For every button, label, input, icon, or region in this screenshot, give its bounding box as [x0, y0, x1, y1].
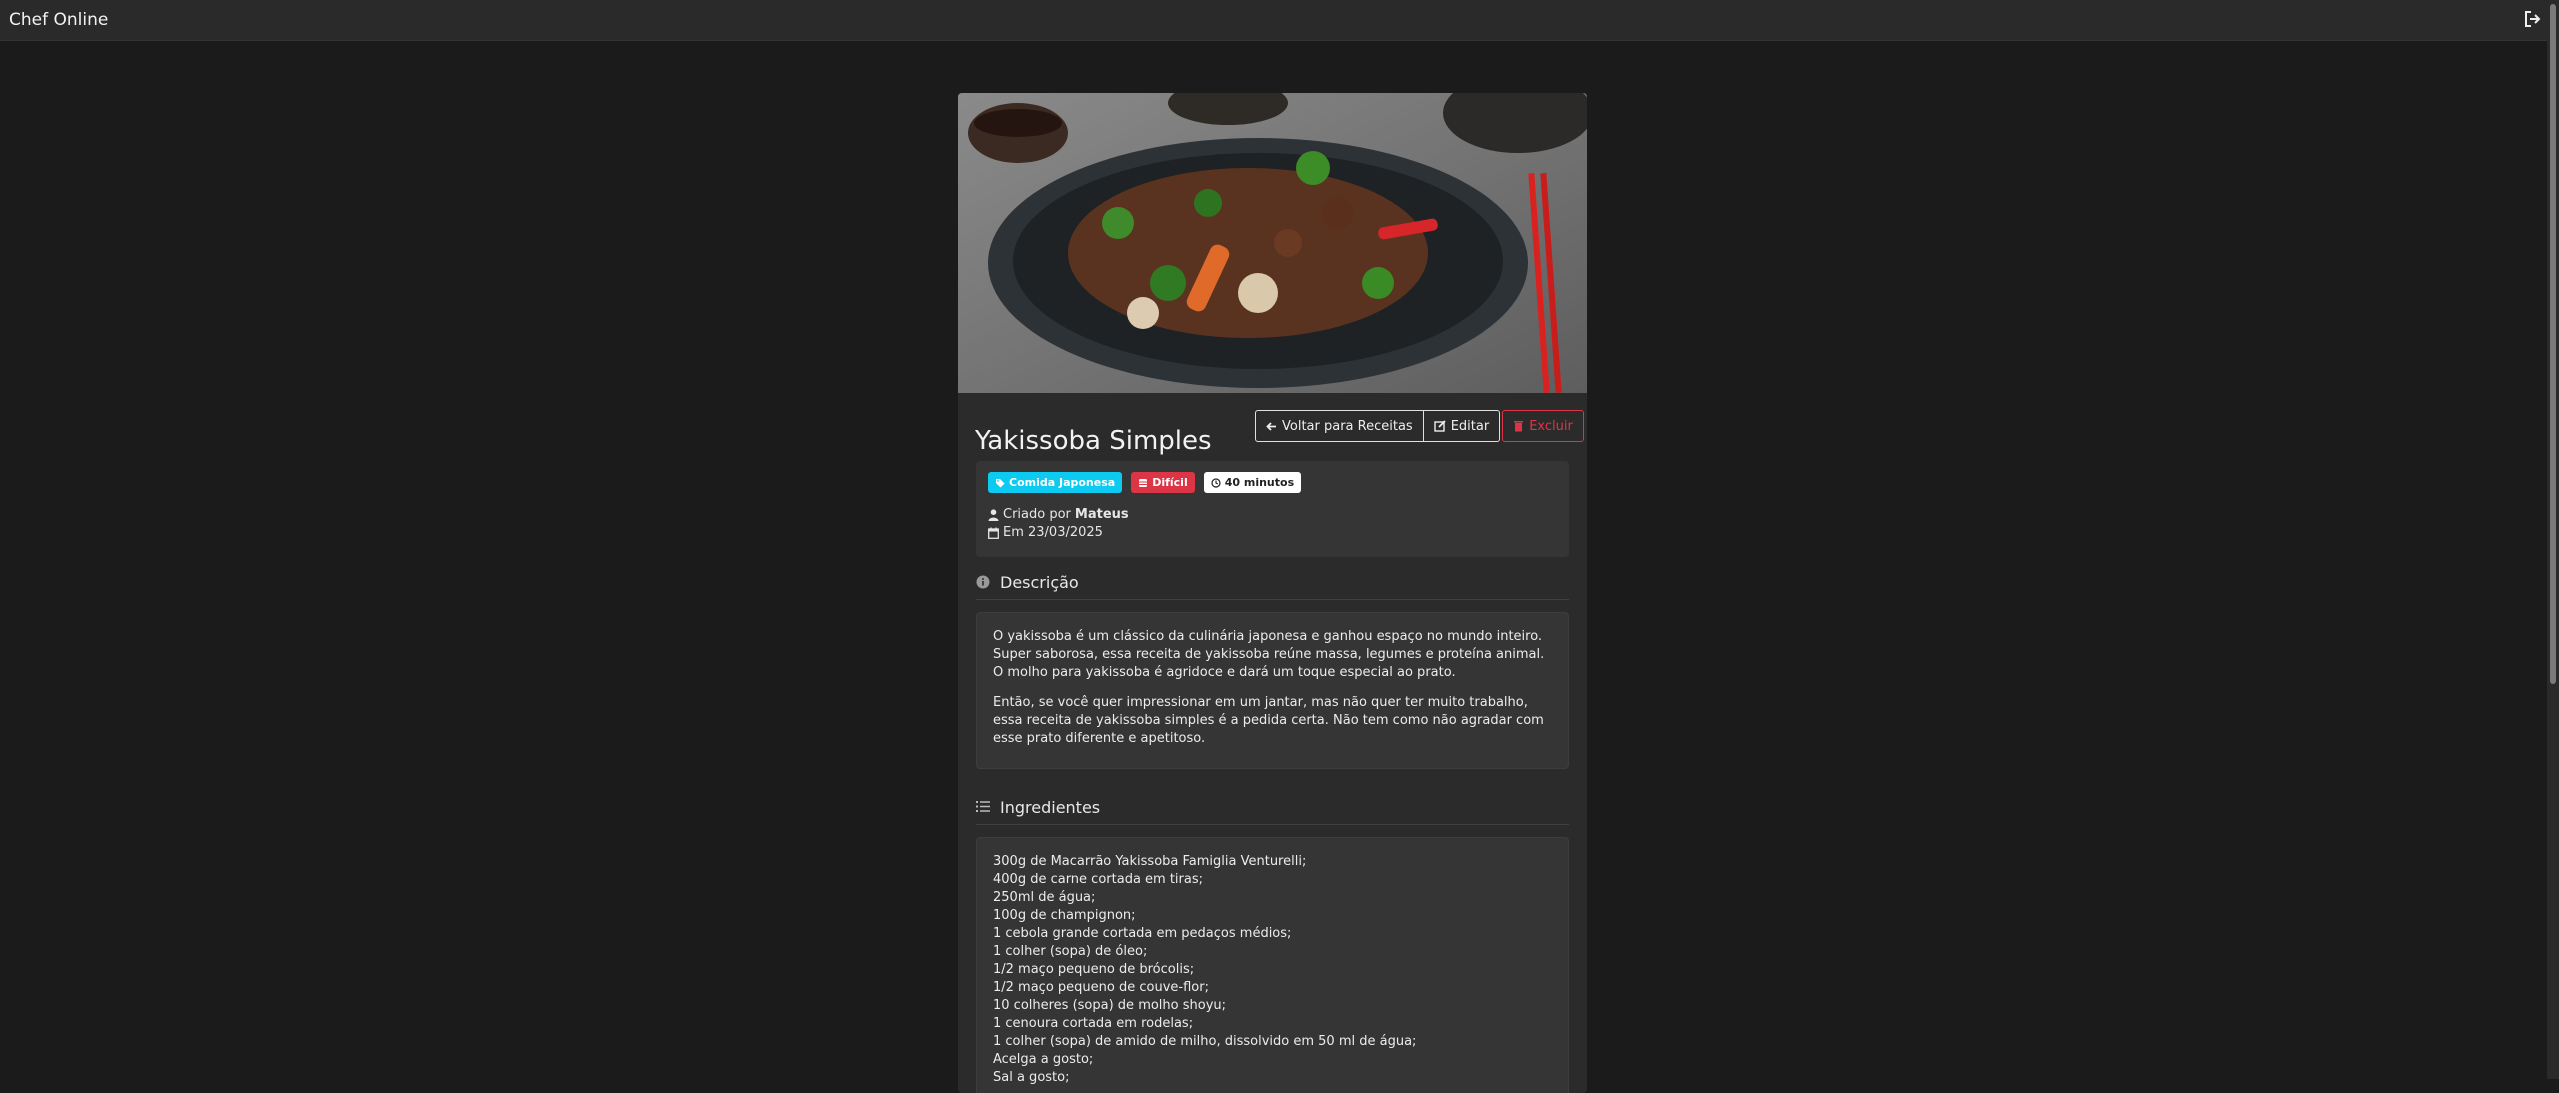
- top-navbar: Chef Online: [0, 0, 2559, 41]
- difficulty-label: Difícil: [1152, 476, 1188, 489]
- tag-icon: [995, 478, 1005, 488]
- scrollbar-thumb[interactable]: [2550, 4, 2556, 684]
- edit-icon: [1434, 420, 1446, 432]
- user-icon: [988, 508, 999, 521]
- delete-button-label: Excluir: [1529, 418, 1573, 434]
- ingredient-item: 250ml de água;: [993, 890, 1096, 905]
- time-label: 40 minutos: [1224, 476, 1295, 489]
- back-button-label: Voltar para Receitas: [1282, 418, 1413, 434]
- layers-icon: [1138, 478, 1148, 488]
- created-date: Em 23/03/2025: [1003, 525, 1103, 540]
- recipe-title: Yakissoba Simples: [975, 426, 1212, 457]
- category-label: Comida Japonesa: [1009, 476, 1116, 489]
- brand-logo[interactable]: Chef Online: [9, 10, 108, 30]
- ingredient-item: 1 colher (sopa) de amido de milho, disso…: [993, 1034, 1417, 1049]
- delete-button[interactable]: Excluir: [1502, 410, 1584, 442]
- sign-out-icon[interactable]: [2524, 10, 2542, 28]
- difficulty-badge: Difícil: [1131, 472, 1195, 493]
- ingredients-heading: Ingredientes: [976, 798, 1569, 825]
- recipe-photo: [958, 93, 1587, 393]
- recipe-meta: Comida Japonesa Difícil 40 minutos Criad…: [976, 461, 1569, 557]
- time-badge: 40 minutos: [1203, 472, 1302, 493]
- back-to-recipes-button[interactable]: Voltar para Receitas: [1255, 410, 1424, 442]
- calendar-icon: [988, 527, 999, 539]
- badge-row: Comida Japonesa Difícil 40 minutos: [988, 472, 1302, 493]
- ingredient-item: 1 cebola grande cortada em pedaços médio…: [993, 926, 1292, 941]
- ingredient-item: 1/2 maço pequeno de couve-flor;: [993, 980, 1209, 995]
- ingredient-item: Sal a gosto;: [993, 1070, 1070, 1085]
- ingredient-item: 10 colheres (sopa) de molho shoyu;: [993, 998, 1227, 1013]
- recipe-actions: Voltar para Receitas Editar Excluir: [1255, 410, 1584, 442]
- date-line: Em 23/03/2025: [988, 525, 1103, 540]
- description-box: O yakissoba é um clássico da culinária j…: [976, 612, 1569, 769]
- edit-button-label: Editar: [1450, 418, 1490, 434]
- ingredient-item: 400g de carne cortada em tiras;: [993, 872, 1204, 887]
- created-by-label: Criado por: [1003, 507, 1071, 522]
- description-heading: Descrição: [976, 573, 1569, 600]
- author-name: Mateus: [1074, 507, 1129, 522]
- ingredients-heading-label: Ingredientes: [1000, 798, 1101, 817]
- trash-icon: [1513, 420, 1524, 432]
- ingredient-item: 1 cenoura cortada em rodelas;: [993, 1016, 1194, 1031]
- info-circle-icon: [976, 575, 990, 589]
- clock-icon: [1211, 477, 1221, 488]
- recipe-card: Yakissoba Simples Voltar para Receitas E…: [958, 93, 1587, 1093]
- description-paragraph: Então, se você quer impressionar em um j…: [993, 695, 1544, 746]
- ingredients-box: 300g de Macarrão Yakissoba Famiglia Vent…: [976, 837, 1569, 1093]
- ingredient-item: Acelga a gosto;: [993, 1052, 1094, 1067]
- ingredient-item: 1 colher (sopa) de óleo;: [993, 944, 1148, 959]
- category-badge: Comida Japonesa: [988, 472, 1123, 493]
- ingredient-item: 300g de Macarrão Yakissoba Famiglia Vent…: [993, 854, 1307, 869]
- description-heading-label: Descrição: [1000, 573, 1079, 592]
- list-icon: [976, 800, 990, 813]
- page-scrollbar[interactable]: [2547, 0, 2559, 1079]
- arrow-left-icon: [1266, 421, 1277, 432]
- author-line: Criado por Mateus: [988, 507, 1129, 522]
- ingredient-item: 1/2 maço pequeno de brócolis;: [993, 962, 1195, 977]
- edit-button[interactable]: Editar: [1423, 410, 1501, 442]
- ingredient-item: 100g de champignon;: [993, 908, 1136, 923]
- description-paragraph: O yakissoba é um clássico da culinária j…: [993, 629, 1545, 680]
